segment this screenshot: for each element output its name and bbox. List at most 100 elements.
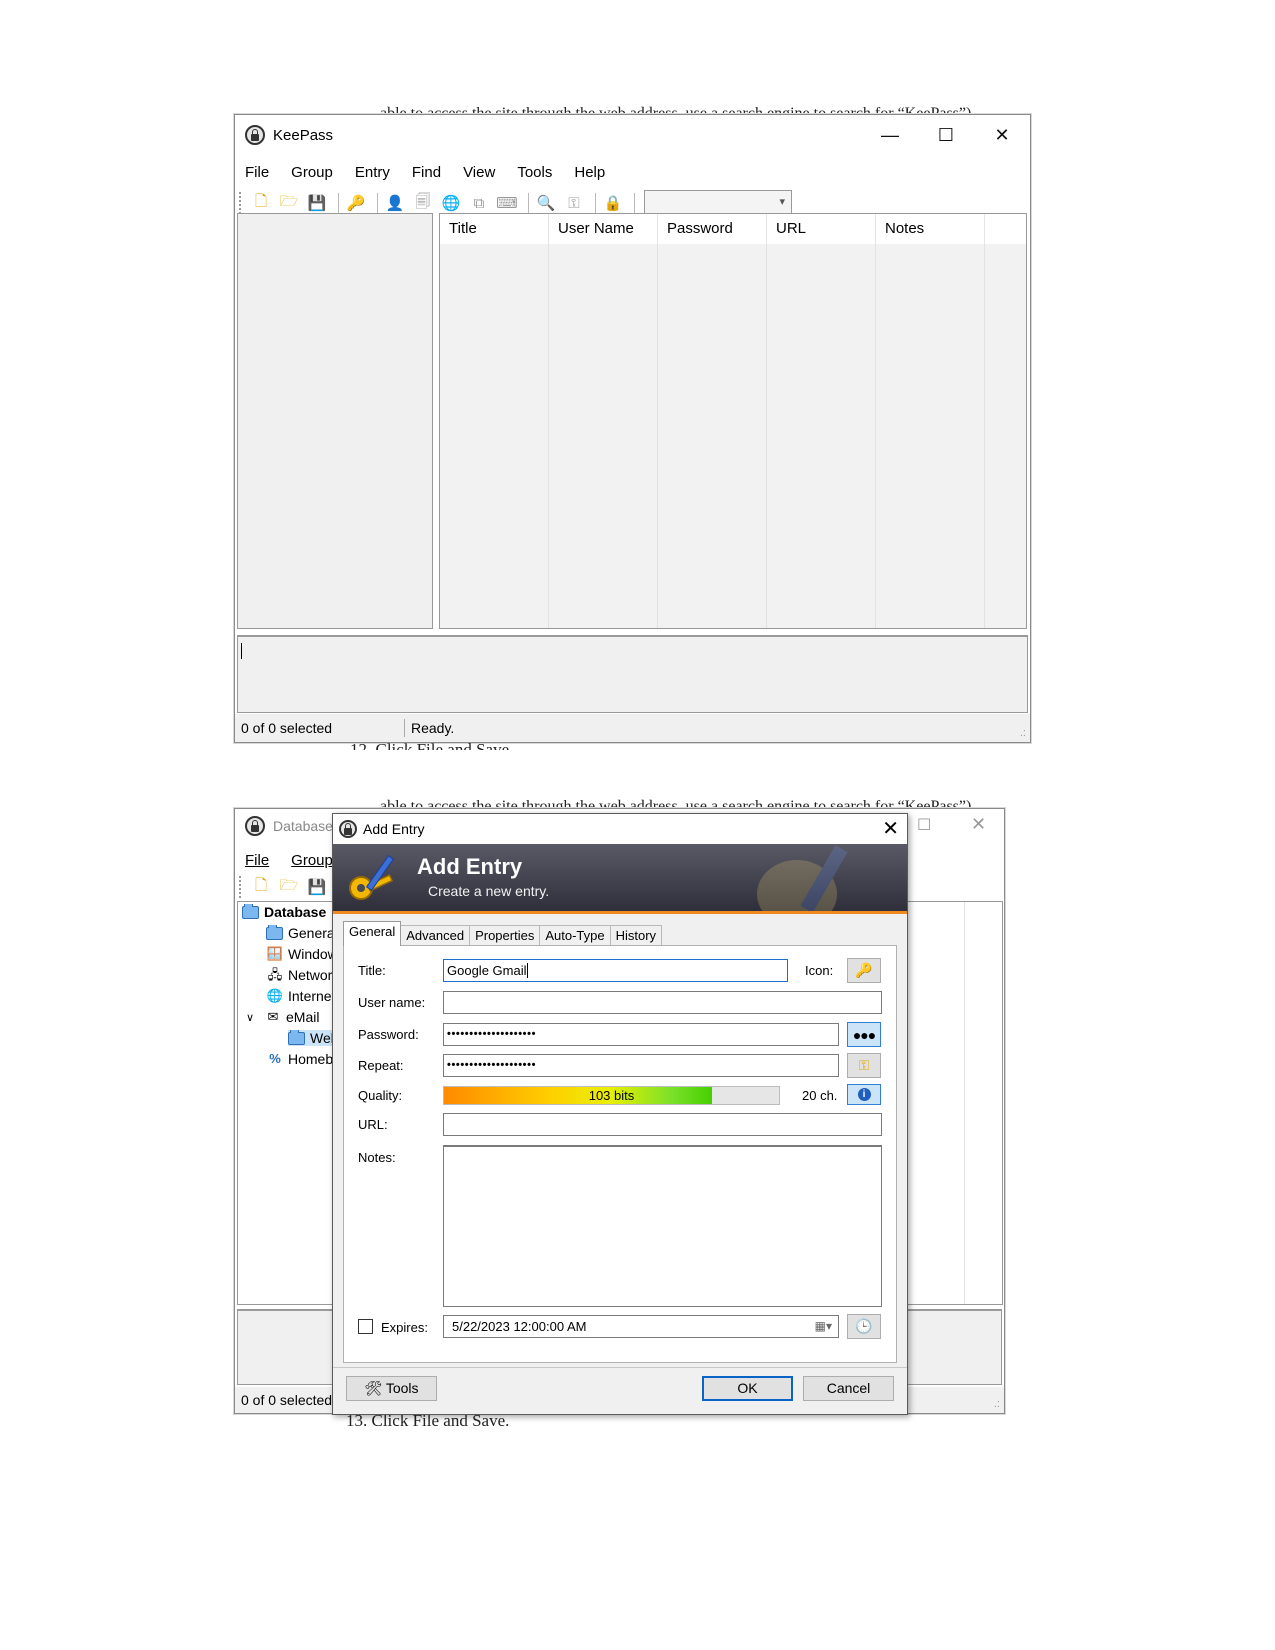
column-title[interactable]: Title xyxy=(440,214,549,244)
resize-grip[interactable]: .: xyxy=(994,1398,1000,1410)
copy-entry-icon[interactable]: ⧉ xyxy=(467,191,491,215)
tab-advanced[interactable]: Advanced xyxy=(400,925,471,946)
document-step-13: 13. Click File and Save. xyxy=(346,1414,510,1428)
menu-file[interactable]: File xyxy=(245,852,269,869)
open-database-icon[interactable]: 🗁 xyxy=(277,191,301,215)
tree-item-network[interactable]: 🖧 Network xyxy=(266,967,340,983)
folder-open-icon xyxy=(242,904,259,919)
menu-help[interactable]: Help xyxy=(574,164,605,181)
user-name-field[interactable] xyxy=(443,991,882,1014)
expiry-presets-button[interactable]: 🕒 xyxy=(847,1314,881,1339)
save-icon[interactable]: 💾 xyxy=(305,191,329,215)
column-url[interactable]: URL xyxy=(767,214,876,244)
selection-count: 0 of 0 selected xyxy=(235,719,405,737)
tree-item-email[interactable]: ∨ ✉ eMail xyxy=(246,1009,319,1025)
entry-list[interactable]: Title User Name Password URL Notes xyxy=(439,213,1027,629)
tab-properties[interactable]: Properties xyxy=(469,925,541,946)
resize-grip[interactable]: .: xyxy=(1020,727,1026,739)
tree-item-internet[interactable]: 🌐 Internet xyxy=(266,988,336,1004)
maximize-button[interactable]: ☐ xyxy=(918,115,974,155)
maximize-icon[interactable]: ☐ xyxy=(917,815,931,835)
title-label: Title: xyxy=(358,963,386,978)
show-password-button[interactable]: ●●● xyxy=(847,1022,881,1047)
entry-list[interactable] xyxy=(907,901,1003,1305)
key-pen-icon xyxy=(349,855,395,900)
title-bar[interactable]: KeePass — ☐ ✕ xyxy=(235,115,1030,155)
tree-item-database[interactable]: Database xyxy=(242,904,326,920)
ok-button[interactable]: OK xyxy=(702,1376,793,1401)
dialog-title: Add Entry xyxy=(363,821,425,837)
notes-field[interactable] xyxy=(443,1145,882,1307)
close-button[interactable]: ✕ xyxy=(974,115,1030,155)
email-icon: ✉ xyxy=(267,1009,279,1024)
close-icon[interactable]: ✕ xyxy=(971,814,986,835)
tree-item-web[interactable]: Web xyxy=(288,1030,339,1046)
menu-file[interactable]: File xyxy=(245,164,269,181)
menu-tools[interactable]: Tools xyxy=(517,164,552,181)
menu-view[interactable]: View xyxy=(463,164,495,181)
entry-list-body xyxy=(440,244,1026,628)
add-entry-icon[interactable]: 🔑 xyxy=(344,191,368,215)
quality-info-button[interactable]: i xyxy=(847,1084,881,1105)
column-password[interactable]: Password xyxy=(658,214,767,244)
expires-checkbox[interactable] xyxy=(358,1319,373,1334)
menu-group[interactable]: Group xyxy=(291,164,333,181)
group-tree-pane[interactable] xyxy=(237,213,433,629)
tree-item-general[interactable]: General xyxy=(266,925,338,941)
document-text-fragment: able to access the site through the web … xyxy=(380,798,976,808)
menu-bar: File Group Entry Find View Tools Help xyxy=(235,159,1030,185)
column-user-name[interactable]: User Name xyxy=(549,214,658,244)
new-database-icon[interactable]: 🗋 xyxy=(249,191,273,215)
keepass-main-window: KeePass — ☐ ✕ File Group Entry Find View… xyxy=(234,114,1031,743)
find-icon[interactable]: 🔍 xyxy=(534,191,558,215)
entry-preview-pane[interactable] xyxy=(237,635,1028,713)
keepass-lock-icon xyxy=(339,820,357,838)
icon-picker-button[interactable]: 🔑 xyxy=(847,958,881,983)
dots-icon: ●●● xyxy=(852,1026,876,1043)
banner-subtitle: Create a new entry. xyxy=(428,883,550,899)
notes-label: Notes: xyxy=(358,1150,396,1165)
menu-entry[interactable]: Entry xyxy=(355,164,390,181)
new-database-icon[interactable]: 🗋 xyxy=(249,875,273,899)
password-label: Password: xyxy=(358,1027,419,1042)
toolbar-grip[interactable] xyxy=(239,876,243,898)
expires-date-field[interactable]: 5/22/2023 12:00:00 AM ▦▾ xyxy=(443,1315,839,1338)
tab-general[interactable]: General xyxy=(343,921,402,946)
password-field[interactable]: •••••••••••••••••••• xyxy=(443,1023,839,1046)
percent-icon: % xyxy=(269,1051,281,1066)
status-text: Ready. xyxy=(411,720,455,736)
open-database-icon[interactable]: 🗁 xyxy=(277,875,301,899)
title-field[interactable]: Google Gmail xyxy=(443,959,788,982)
copy-username-icon[interactable]: 👤 xyxy=(383,191,407,215)
document-text-fragment: able to access the site through the web … xyxy=(380,105,976,114)
quality-label: Quality: xyxy=(358,1088,403,1103)
chevron-down-icon[interactable]: ∨ xyxy=(246,1011,264,1024)
group-tree-pane[interactable]: Database General 🪟 Windows 🖧 Network 🌐 I… xyxy=(237,901,374,1305)
calendar-dropdown-icon[interactable]: ▦▾ xyxy=(815,1316,832,1337)
dialog-close-button[interactable]: ✕ xyxy=(882,816,899,841)
tools-button[interactable]: 🛠 Tools xyxy=(346,1376,437,1401)
copy-password-icon[interactable]: 🗐 xyxy=(411,191,435,215)
general-tab-page: Title: Google Gmail Icon: 🔑 User name: P… xyxy=(343,945,897,1363)
toolbar-grip[interactable] xyxy=(239,192,243,214)
url-label: URL: xyxy=(358,1117,388,1132)
repeat-password-field[interactable]: •••••••••••••••••••• xyxy=(443,1054,839,1077)
menu-find[interactable]: Find xyxy=(412,164,441,181)
keepass-lock-icon xyxy=(245,816,265,836)
save-icon[interactable]: 💾 xyxy=(305,875,329,899)
dialog-title-bar[interactable]: Add Entry ✕ xyxy=(333,814,907,844)
database-window-title: Database. xyxy=(273,818,337,834)
lock-workspace-icon[interactable]: 🔒 xyxy=(601,191,625,215)
generate-password-button[interactable]: ⚿ xyxy=(847,1053,881,1078)
tab-history[interactable]: History xyxy=(609,925,663,946)
url-field[interactable] xyxy=(443,1113,882,1136)
auto-type-icon[interactable]: ⌨ xyxy=(495,191,519,215)
menu-group[interactable]: Group xyxy=(291,852,333,869)
column-notes[interactable]: Notes xyxy=(876,214,985,244)
expires-date-value: 5/22/2023 12:00:00 AM xyxy=(452,1319,587,1334)
entries-icon[interactable]: ⚿ xyxy=(562,191,586,215)
minimize-button[interactable]: — xyxy=(862,115,918,155)
open-url-icon[interactable]: 🌐 xyxy=(439,191,463,215)
tab-auto-type[interactable]: Auto-Type xyxy=(539,925,611,946)
cancel-button[interactable]: Cancel xyxy=(803,1376,894,1401)
